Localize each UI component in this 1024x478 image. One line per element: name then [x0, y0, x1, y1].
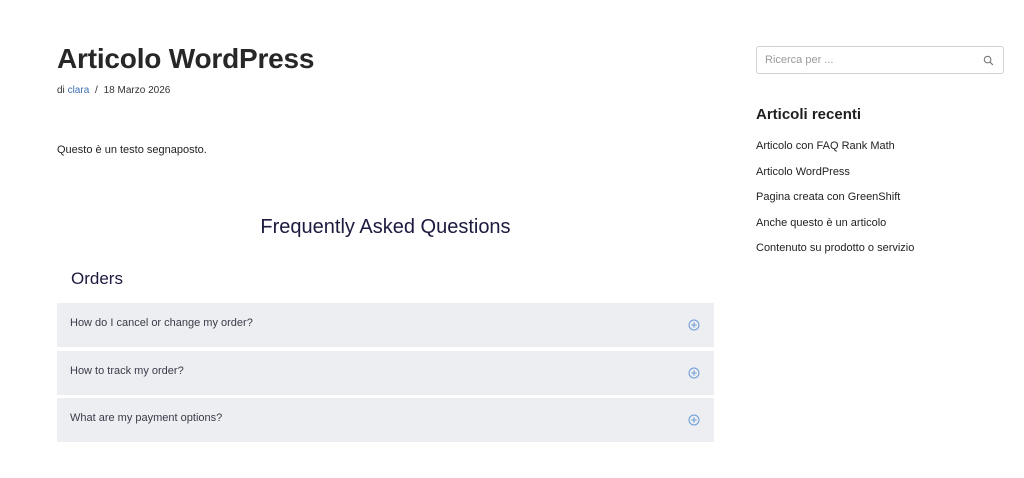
recent-post-link[interactable]: Articolo WordPress: [756, 166, 850, 178]
faq-item-cancel-order[interactable]: How do I cancel or change my order?: [57, 303, 714, 347]
meta-separator: /: [95, 85, 98, 96]
post-body-text: Questo è un testo segnaposto.: [57, 144, 207, 156]
faq-item-track-order[interactable]: How to track my order?: [57, 351, 714, 395]
faq-section-title: Orders: [71, 269, 123, 288]
plus-circle-icon[interactable]: [688, 319, 700, 331]
author-link[interactable]: clara: [68, 85, 90, 96]
faq-question: What are my payment options?: [70, 412, 223, 424]
search-icon[interactable]: [983, 55, 994, 66]
list-item: Contenuto su prodotto o servizio: [756, 241, 914, 267]
search-form: [756, 46, 1004, 74]
faq-question: How do I cancel or change my order?: [70, 317, 253, 329]
recent-post-link[interactable]: Articolo con FAQ Rank Math: [756, 140, 895, 152]
page: Articolo WordPress di clara / 18 Marzo 2…: [0, 0, 1024, 478]
recent-post-link[interactable]: Pagina creata con GreenShift: [756, 191, 900, 203]
recent-posts-title: Articoli recenti: [756, 106, 862, 123]
list-item: Articolo con FAQ Rank Math: [756, 139, 914, 165]
post-meta: di clara / 18 Marzo 2026: [57, 85, 170, 96]
search-input[interactable]: [757, 47, 967, 73]
list-item: Anche questo è un articolo: [756, 216, 914, 242]
list-item: Pagina creata con GreenShift: [756, 190, 914, 216]
list-item: Articolo WordPress: [756, 165, 914, 191]
faq-item-payment-options[interactable]: What are my payment options?: [57, 398, 714, 442]
post-date: 18 Marzo 2026: [103, 85, 171, 96]
plus-circle-icon[interactable]: [688, 414, 700, 426]
faq-heading: Frequently Asked Questions: [260, 216, 511, 238]
post-title: Articolo WordPress: [57, 43, 315, 74]
recent-post-link[interactable]: Anche questo è un articolo: [756, 217, 886, 229]
meta-prefix: di: [57, 85, 65, 96]
plus-circle-icon[interactable]: [688, 367, 700, 379]
recent-posts-list: Articolo con FAQ Rank Math Articolo Word…: [756, 139, 914, 267]
recent-post-link[interactable]: Contenuto su prodotto o servizio: [756, 242, 914, 254]
faq-question: How to track my order?: [70, 365, 184, 377]
